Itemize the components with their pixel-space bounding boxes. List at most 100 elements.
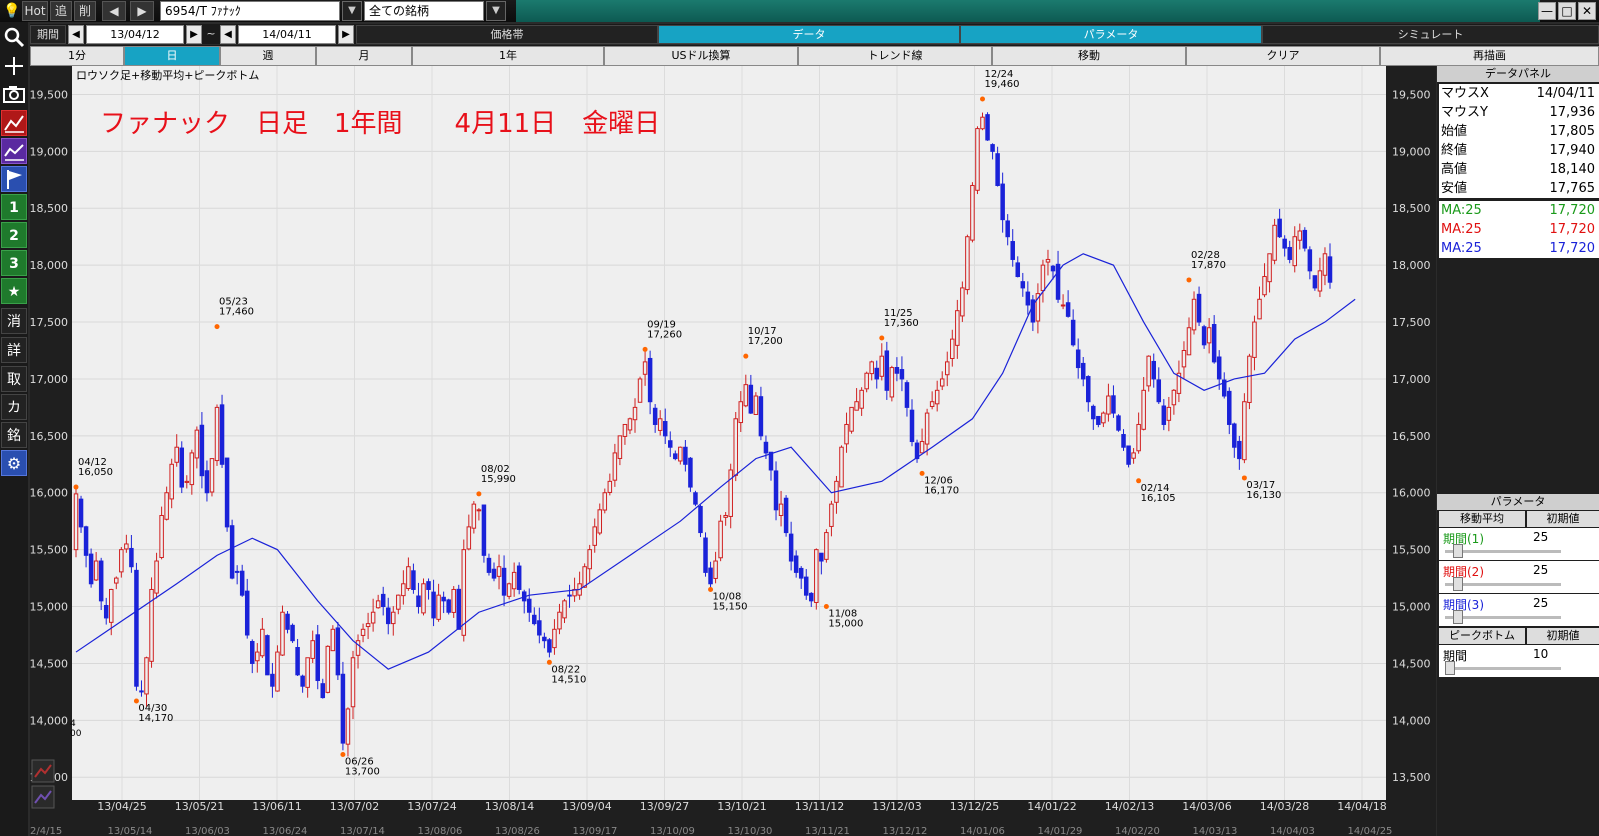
- minimize-button[interactable]: —: [1538, 2, 1556, 20]
- stock-button[interactable]: 銘: [1, 422, 27, 448]
- candle-body: [783, 497, 789, 534]
- ma-period-input[interactable]: 25: [1531, 530, 1597, 546]
- detail-button[interactable]: 詳: [1, 337, 27, 363]
- move-button[interactable]: 移動: [992, 46, 1186, 66]
- tab-weekly[interactable]: 週: [220, 46, 316, 66]
- tab-data[interactable]: データ: [658, 25, 960, 44]
- candle-body: [537, 620, 542, 636]
- candle-body: [1005, 220, 1010, 238]
- candle-body: [622, 423, 628, 437]
- x-tick-label: 13/12/25: [950, 800, 999, 813]
- erase-button[interactable]: 消: [1, 308, 27, 334]
- candle-body: [481, 504, 487, 556]
- candle-chart-icon[interactable]: [1, 110, 27, 136]
- candle-body: [939, 378, 945, 387]
- candle-body: [1091, 405, 1096, 420]
- preset-2-button[interactable]: 2: [1, 222, 27, 248]
- peak-bottom-slider[interactable]: [1445, 661, 1455, 675]
- camera-icon[interactable]: [1, 81, 27, 107]
- candle-body: [401, 583, 406, 597]
- candle-body: [416, 595, 421, 608]
- ma-period-slider[interactable]: [1453, 577, 1463, 591]
- peak-bottom-period-input[interactable]: 10: [1531, 647, 1597, 663]
- symbol-field[interactable]: 6954/T ﾌｧﾅｯｸ: [160, 1, 340, 21]
- tab-1year[interactable]: 1年: [412, 46, 604, 66]
- candle-body: [773, 470, 779, 511]
- candle-body: [1080, 362, 1086, 380]
- flag-icon[interactable]: [1, 166, 27, 192]
- tab-price-band[interactable]: 価格帯: [356, 25, 658, 44]
- ma-reset-button[interactable]: 初期値: [1527, 511, 1599, 527]
- candle-body: [703, 537, 708, 573]
- search-icon[interactable]: [1, 24, 27, 50]
- hot-button[interactable]: Hot: [22, 1, 48, 21]
- x-tick-label: 13/12/03: [872, 800, 921, 813]
- candle-body: [829, 503, 834, 527]
- candle-body: [1166, 406, 1172, 421]
- candle-body: [209, 458, 215, 493]
- peak-value-label: 16,105: [1141, 493, 1176, 504]
- candle-body: [803, 576, 809, 596]
- candle-body: [1050, 265, 1056, 272]
- candle-body: [864, 372, 869, 390]
- symbol-dropdown-icon[interactable]: ▼: [342, 1, 362, 21]
- ma-period-input[interactable]: 25: [1531, 563, 1597, 579]
- tab-parameter[interactable]: パラメータ: [960, 25, 1262, 44]
- tab-monthly[interactable]: 月: [316, 46, 412, 66]
- close-button[interactable]: ✕: [1578, 2, 1596, 20]
- tab-1min[interactable]: 1分: [30, 46, 124, 66]
- y-axis-right: 13,500 14,000 14,500 15,000 15,500 16,000 16,5…: [1392, 88, 1431, 784]
- ma-period-input[interactable]: 25: [1531, 596, 1597, 612]
- tab-simulate[interactable]: シミュレート: [1262, 25, 1599, 44]
- candle-body: [1297, 230, 1303, 241]
- star-icon[interactable]: ★: [1, 278, 27, 304]
- start-next-button[interactable]: ▶: [186, 25, 202, 44]
- usd-convert-button[interactable]: USドル換算: [604, 46, 798, 66]
- peak-value-label: 17,460: [219, 307, 254, 318]
- end-next-button[interactable]: ▶: [338, 25, 354, 44]
- prev-symbol-button[interactable]: ◀: [102, 1, 126, 21]
- data-panel-key: 高値: [1441, 162, 1468, 177]
- redraw-button[interactable]: 再描画: [1380, 46, 1599, 66]
- start-date-field[interactable]: 13/04/12: [86, 25, 184, 44]
- power-button[interactable]: カ: [1, 394, 27, 420]
- candle-body: [1121, 434, 1126, 448]
- maximize-button[interactable]: □: [1558, 2, 1576, 20]
- next-symbol-button[interactable]: ▶: [130, 1, 154, 21]
- partial-peak-date: 4: [70, 719, 76, 729]
- preset-1-button[interactable]: 1: [1, 194, 27, 220]
- ma-period-slider[interactable]: [1453, 544, 1463, 558]
- end-date-field[interactable]: 14/04/11: [238, 25, 336, 44]
- preset-3-button[interactable]: 3: [1, 250, 27, 276]
- universe-dropdown-icon[interactable]: ▼: [486, 1, 506, 21]
- trendline-button[interactable]: トレンド線: [798, 46, 992, 66]
- plus-icon[interactable]: [1, 53, 27, 79]
- candle-body: [788, 533, 794, 562]
- candle-body: [592, 526, 597, 546]
- add-button[interactable]: 追: [50, 1, 72, 21]
- candle-body: [189, 452, 195, 486]
- data-panel-key: 終値: [1441, 143, 1468, 158]
- peak-bottom-reset-button[interactable]: 初期値: [1527, 628, 1599, 644]
- universe-field[interactable]: 全ての銘柄: [364, 1, 484, 21]
- fetch-button[interactable]: 取: [1, 366, 27, 392]
- chart-area[interactable]: 13,500 14,000 14,500 15,000 15,500 16,000 16,5…: [30, 66, 1436, 836]
- candlestick-chart[interactable]: 13,500 14,000 14,500 15,000 15,500 16,000 16,5…: [30, 66, 1436, 836]
- candle-body: [108, 588, 114, 623]
- start-prev-button[interactable]: ◀: [68, 25, 84, 44]
- candle-body: [265, 635, 270, 676]
- gear-icon[interactable]: ⚙: [1, 450, 27, 476]
- line-chart-icon[interactable]: [1, 138, 27, 164]
- candle-body: [290, 624, 295, 642]
- delete-button[interactable]: 削: [74, 1, 96, 21]
- candle-body: [980, 116, 985, 130]
- ma-period-slider[interactable]: [1453, 610, 1463, 624]
- candle-body: [1075, 349, 1081, 369]
- candle-body: [411, 570, 416, 590]
- bulb-icon[interactable]: 💡: [2, 1, 22, 21]
- tab-daily[interactable]: 日: [124, 46, 220, 66]
- clear-button[interactable]: クリア: [1186, 46, 1380, 66]
- peak-value-label: 14,510: [551, 674, 586, 685]
- end-prev-button[interactable]: ◀: [220, 25, 236, 44]
- bottom-date-label: 13/06/24: [263, 826, 308, 836]
